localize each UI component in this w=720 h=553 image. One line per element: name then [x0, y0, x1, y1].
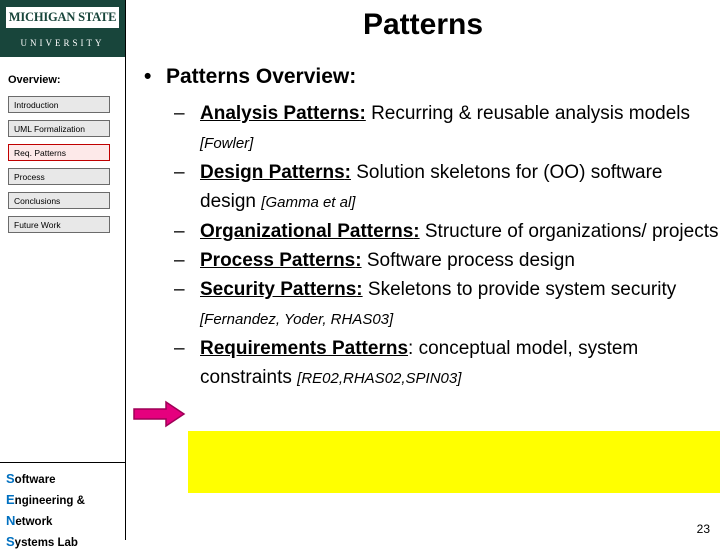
sidebar-item-uml-formalization[interactable]: UML Formalization: [8, 120, 110, 137]
item-citation: [Fowler]: [200, 135, 254, 152]
lab-line-3-text: etwork: [15, 516, 53, 528]
sidebar-item-label: Future Work: [14, 219, 61, 230]
lab-line-2: Engineering &: [6, 490, 125, 511]
page-number: 23: [696, 522, 710, 536]
dash-marker: –: [174, 221, 185, 242]
sidebar-item-process[interactable]: Process: [8, 168, 110, 185]
lab-line-2-initial: E: [6, 492, 15, 507]
page-title: Patterns: [362, 8, 484, 41]
item-text: Software process design: [361, 250, 575, 271]
slide-body: • Patterns Overview: – Analysis Patterns: …: [132, 65, 720, 493]
lab-line-2-text: ngineering &: [14, 495, 85, 507]
msu-logo-bottom-text: UNIVERSITY: [20, 38, 105, 48]
item-citation: [RE02,RHAS02,SPIN03]: [297, 370, 462, 387]
msu-logo-top-text: MICHIGAN STATE: [8, 10, 117, 24]
bullet-list: – Analysis Patterns: Recurring & reusable…: [174, 99, 720, 493]
item-term: Analysis Patterns: [200, 103, 360, 124]
lab-line-3: Network: [6, 511, 125, 532]
sidebar: MICHIGAN STATE UNIVERSITY Overview: Intr…: [0, 0, 126, 549]
list-item-highlighted: – Requirements Patterns: conceptual model…: [174, 334, 719, 393]
dash-marker: –: [174, 338, 185, 359]
sidebar-heading: Overview:: [8, 74, 61, 86]
lab-line-4-text: ystems Lab: [14, 537, 78, 549]
highlight-box: [188, 431, 720, 493]
sidebar-item-label: Introduction: [14, 99, 59, 110]
sidebar-item-label: Conclusions: [14, 195, 61, 206]
sidebar-item-label: Req. Patterns: [14, 147, 66, 158]
lab-line-4: Systems Lab: [6, 532, 125, 553]
item-term: Organizational Patterns: [200, 221, 414, 242]
lab-line-1-text: oftware: [14, 474, 56, 486]
msu-logo: MICHIGAN STATE UNIVERSITY: [0, 0, 125, 57]
pointer-arrow-icon: [133, 400, 186, 428]
sidebar-item-req-patterns[interactable]: Req. Patterns: [8, 144, 110, 161]
dash-marker: –: [174, 279, 185, 300]
list-item: – Design Patterns: Solution skeletons for…: [174, 158, 719, 217]
sidebar-item-introduction[interactable]: Introduction: [8, 96, 110, 113]
lab-line-1: Software: [6, 469, 125, 490]
item-text: Structure of organizations/ projects: [419, 221, 719, 242]
sidebar-item-label: UML Formalization: [14, 123, 86, 134]
level1-text: Patterns Overview:: [166, 65, 357, 88]
bullet-icon: •: [144, 65, 152, 88]
sidebar-item-conclusions[interactable]: Conclusions: [8, 192, 110, 209]
sidebar-item-future-work[interactable]: Future Work: [8, 216, 110, 233]
msu-logo-bottom: UNIVERSITY: [0, 33, 125, 51]
list-item: – Security Patterns: Skeletons to provide…: [174, 275, 719, 334]
item-term: Process Patterns: [200, 250, 356, 271]
lab-line-3-initial: N: [6, 513, 16, 528]
slide: MICHIGAN STATE UNIVERSITY Overview: Intr…: [0, 0, 720, 549]
sen-lab-block: Software Engineering & Network Systems L…: [0, 462, 125, 549]
item-citation: [Fernandez, Yoder, RHAS03]: [200, 311, 394, 328]
list-item: – Organizational Patterns: Structure of o…: [174, 217, 719, 246]
dash-marker: –: [174, 103, 185, 124]
lab-line-4-initial: S: [6, 534, 15, 549]
item-text: Skeletons to provide system security: [362, 279, 677, 300]
list-item: – Process Patterns: Software process desi…: [174, 246, 719, 275]
list-item: – Analysis Patterns: Recurring & reusable…: [174, 99, 719, 158]
item-citation: [Gamma et al]: [261, 194, 356, 211]
item-term: Security Patterns: [200, 279, 357, 300]
sidebar-item-label: Process: [14, 171, 45, 182]
msu-logo-top: MICHIGAN STATE: [6, 7, 119, 28]
dash-marker: –: [174, 162, 185, 183]
item-term: Requirements Patterns: [200, 338, 409, 359]
dash-marker: –: [174, 250, 185, 271]
item-text: Recurring & reusable analysis models: [365, 103, 691, 124]
level1-bullet: • Patterns Overview:: [144, 65, 718, 89]
item-term: Design Patterns: [200, 162, 345, 183]
lab-line-1-initial: S: [6, 471, 15, 486]
